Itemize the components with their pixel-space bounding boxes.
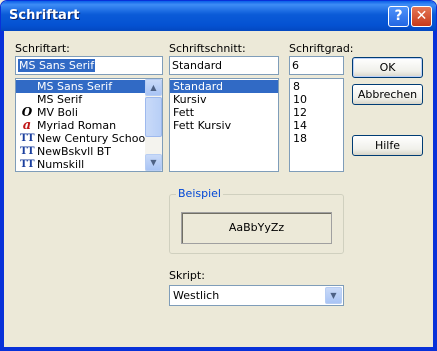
sample-group-label: Beispiel (176, 187, 223, 200)
script-label: Skript: (169, 269, 205, 282)
close-button[interactable]: ✕ (411, 6, 432, 27)
sample-groupbox: Beispiel AaBbYyZz (169, 187, 344, 254)
script-dropdown[interactable]: Westlich ▼ (169, 285, 344, 306)
window-title: Schriftart (9, 8, 80, 23)
scroll-up-icon[interactable]: ▲ (145, 79, 162, 96)
font-name-label: Schriftart: (15, 42, 70, 55)
font-size-item[interactable]: 12 (290, 106, 343, 119)
font-name-items: MS Sans Serif MS Serif O MV Boli a Myriad Rom… (16, 79, 162, 171)
chevron-down-icon[interactable]: ▼ (325, 287, 342, 304)
title-bar[interactable]: Schriftart ? ✕ (1, 1, 436, 31)
cancel-button[interactable]: Abbrechen (352, 84, 423, 105)
truetype-icon: TT (20, 146, 35, 157)
font-style-list[interactable]: Standard Kursiv Fett Fett Kursiv (169, 78, 279, 172)
help-button[interactable]: Hilfe (352, 135, 423, 156)
truetype-icon: TT (20, 159, 35, 170)
font-list-item[interactable]: a Myriad Roman (16, 119, 145, 132)
window-frame-right (433, 31, 436, 350)
font-list-item[interactable]: TT NewBskvll BT (16, 145, 145, 158)
font-size-label: Schriftgrad: (289, 42, 354, 55)
font-style-item[interactable]: Fett Kursiv (170, 119, 278, 132)
window-frame-bottom (1, 347, 436, 350)
scroll-down-icon[interactable]: ▼ (145, 154, 162, 171)
font-style-label: Schriftschnitt: (169, 42, 246, 55)
font-list-item[interactable]: O MV Boli (16, 106, 145, 120)
window-frame-left (1, 31, 4, 350)
font-list-item-label: Myriad Roman (37, 119, 117, 132)
font-size-item[interactable]: 18 (290, 132, 343, 145)
truetype-icon: TT (20, 133, 35, 144)
sample-preview: AaBbYyZz (181, 212, 332, 244)
font-size-item[interactable]: 10 (290, 93, 343, 106)
font-list-item-label: MV Boli (37, 106, 78, 119)
font-list-item-label: Numskill (37, 158, 85, 171)
adobe-type1-icon: a (22, 118, 32, 133)
font-size-item[interactable]: 8 (290, 80, 343, 93)
font-style-item[interactable]: Kursiv (170, 93, 278, 106)
font-list-item[interactable]: MS Serif (16, 93, 145, 106)
font-list-scrollbar[interactable]: ▲ ▼ (145, 79, 162, 171)
font-size-list[interactable]: 8 10 12 14 18 (289, 78, 344, 172)
help-titlebar-button[interactable]: ? (388, 6, 409, 27)
font-size-items: 8 10 12 14 18 (290, 79, 343, 145)
font-list-item[interactable]: MS Sans Serif (16, 80, 145, 93)
font-name-list[interactable]: MS Sans Serif MS Serif O MV Boli a Myriad Rom… (15, 78, 163, 172)
font-list-item-label: MS Sans Serif (37, 80, 113, 93)
scroll-thumb[interactable] (145, 97, 162, 137)
font-list-item-label: NewBskvll BT (37, 145, 112, 158)
font-list-item-label: MS Serif (37, 93, 83, 106)
ok-button[interactable]: OK (352, 57, 423, 78)
font-list-item[interactable]: TT New Century Schoolbo (16, 132, 162, 145)
font-dialog: Schriftart ? ✕ Schriftart: MS Sans Serif… (0, 0, 437, 351)
script-dropdown-value: Westlich (173, 289, 220, 302)
font-style-item[interactable]: Fett (170, 106, 278, 119)
font-name-input-value: MS Sans Serif (18, 59, 96, 72)
font-name-input[interactable]: MS Sans Serif (15, 56, 163, 75)
font-style-item[interactable]: Standard (170, 80, 278, 93)
font-size-item[interactable]: 14 (290, 119, 343, 132)
font-style-items: Standard Kursiv Fett Fett Kursiv (170, 79, 278, 132)
font-list-item[interactable]: TT Numskill (16, 158, 145, 171)
font-style-input[interactable]: Standard (169, 56, 279, 75)
font-size-input[interactable]: 6 (289, 56, 344, 75)
font-list-item-label: New Century Schoolbo (37, 132, 162, 145)
